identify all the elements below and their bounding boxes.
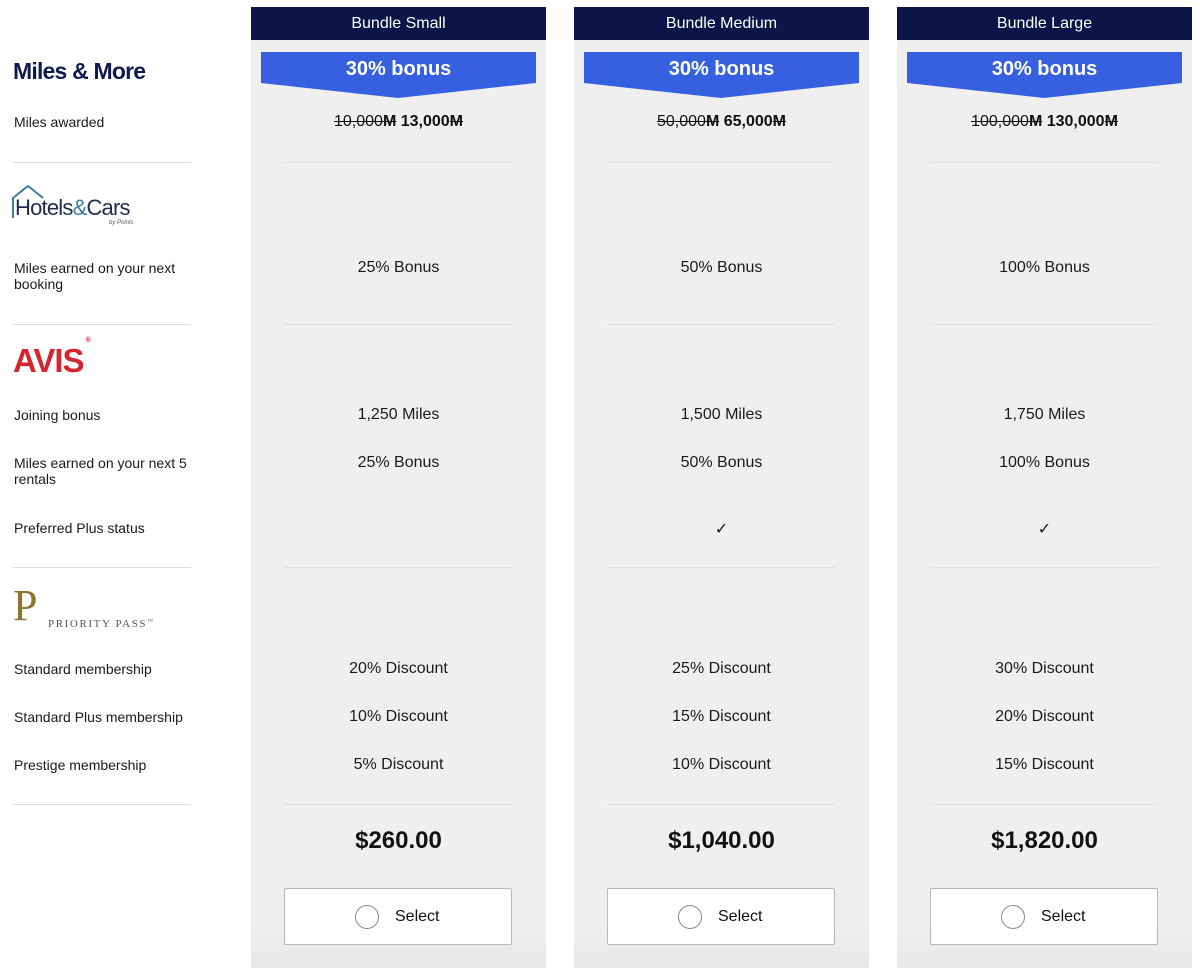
hotels-word: Hotels <box>15 195 73 220</box>
bonus-ribbon: 30% bonus <box>261 52 536 98</box>
cars-word: Cars <box>86 195 130 220</box>
divider <box>284 162 512 163</box>
pp-standard-value: 30% Discount <box>995 660 1094 677</box>
label-pp-standard-plus: Standard Plus membership <box>14 709 183 725</box>
divider <box>930 804 1158 805</box>
divider <box>13 567 191 568</box>
miles-awarded: 50,000M 65,000M <box>574 113 869 131</box>
hotels-cars-wordmark: Hotels&Cars <box>15 195 130 221</box>
avis-joining-bonus-value: 1,750 Miles <box>1003 406 1086 423</box>
avis-logo: AVIS® <box>13 337 91 380</box>
hc-next-booking-value: 100% Bonus <box>999 259 1090 276</box>
label-avis-preferred-plus: Preferred Plus status <box>14 520 145 536</box>
avis-next-rentals-value: 50% Bonus <box>680 454 763 471</box>
miles-currency-icon: M <box>1028 113 1043 130</box>
row-labels-column: Miles & More Miles awarded Hotels&Cars b… <box>0 0 250 976</box>
pp-standard-plus-value: 20% Discount <box>995 708 1094 725</box>
priority-pass-logo: P PRIORITY PASS™ <box>13 584 173 631</box>
bundle-title: Bundle Large <box>897 7 1192 40</box>
bundle-title: Bundle Medium <box>574 7 869 40</box>
divider <box>13 324 191 325</box>
pp-standard-plus-value: 15% Discount <box>672 708 771 725</box>
bundle-card-medium: Bundle Medium 30% bonus 50,000M 65,000M … <box>574 7 869 968</box>
priority-pass-name: PRIORITY PASS <box>48 618 148 630</box>
bundle-card-large: Bundle Large 30% bonus 100,000M 130,000M… <box>897 7 1192 968</box>
bonus-badge-text: 30% bonus <box>345 58 452 80</box>
bundle-price: $1,820.00 <box>991 827 1098 854</box>
divider <box>13 162 191 163</box>
pp-prestige-value: 10% Discount <box>672 756 771 773</box>
select-label: Select <box>1041 908 1086 925</box>
priority-pass-monogram: P <box>13 581 38 630</box>
radio-circle-icon[interactable] <box>1001 905 1025 929</box>
miles-new-value: 13,000 <box>400 113 450 130</box>
bundle-price: $260.00 <box>355 827 442 854</box>
divider <box>13 804 191 805</box>
pp-standard-plus-value: 10% Discount <box>349 708 448 725</box>
miles-currency-icon: M <box>449 113 463 130</box>
avis-next-rentals-value: 100% Bonus <box>999 454 1090 471</box>
divider <box>930 324 1158 325</box>
bundle-card-small: Bundle Small 30% bonus 10,000M 13,000M 2… <box>251 7 546 968</box>
divider <box>284 804 512 805</box>
select-button[interactable]: Select <box>284 888 512 945</box>
avis-wordmark: AVIS <box>13 342 85 379</box>
divider <box>607 567 835 568</box>
pp-prestige-value: 5% Discount <box>353 756 444 773</box>
divider <box>607 324 835 325</box>
miles-currency-icon: M <box>382 113 397 130</box>
select-label: Select <box>718 908 763 925</box>
bonus-badge-text: 30% bonus <box>668 58 775 80</box>
avis-joining-bonus-value: 1,250 Miles <box>357 406 440 423</box>
bonus-badge-text: 30% bonus <box>991 58 1098 80</box>
miles-awarded: 10,000M 13,000M <box>251 113 546 131</box>
miles-currency-icon: M <box>705 113 720 130</box>
select-button[interactable]: Select <box>607 888 835 945</box>
bundle-title: Bundle Small <box>251 7 546 40</box>
registered-mark: ® <box>85 337 91 344</box>
label-avis-next-rentals: Miles earned on your next 5 rentals <box>14 455 187 487</box>
miles-awarded: 100,000M 130,000M <box>897 113 1192 131</box>
miles-new-value: 130,000 <box>1046 113 1105 130</box>
radio-circle-icon[interactable] <box>678 905 702 929</box>
divider <box>284 567 512 568</box>
select-button[interactable]: Select <box>930 888 1158 945</box>
pp-standard-value: 25% Discount <box>672 660 771 677</box>
label-avis-joining-bonus: Joining bonus <box>14 407 101 423</box>
divider <box>607 162 835 163</box>
trademark: ™ <box>147 619 154 625</box>
miles-old-value: 50,000 <box>657 113 706 130</box>
miles-new-value: 65,000 <box>723 113 773 130</box>
miles-and-more-logo: Miles & More <box>13 58 146 84</box>
bonus-ribbon: 30% bonus <box>907 52 1182 98</box>
bonus-ribbon: 30% bonus <box>584 52 859 98</box>
ampersand: & <box>72 195 88 220</box>
radio-circle-icon[interactable] <box>355 905 379 929</box>
miles-old-value: 10,000 <box>334 113 383 130</box>
miles-currency-icon: M <box>1104 113 1118 130</box>
bundle-price: $1,040.00 <box>668 827 775 854</box>
pp-standard-value: 20% Discount <box>349 660 448 677</box>
label-hc-next-booking: Miles earned on your next booking <box>14 260 176 292</box>
priority-pass-wordmark: PRIORITY PASS™ <box>48 618 153 630</box>
divider <box>607 804 835 805</box>
preferred-plus-check-icon: ✓ <box>714 521 729 538</box>
avis-next-rentals-value: 25% Bonus <box>357 454 440 471</box>
preferred-plus-check-icon: ✓ <box>1037 521 1052 538</box>
miles-currency-icon: M <box>772 113 786 130</box>
divider <box>284 324 512 325</box>
hc-next-booking-value: 50% Bonus <box>680 259 763 276</box>
label-pp-prestige: Prestige membership <box>14 757 147 773</box>
hotels-cars-byline: by Points <box>109 220 134 226</box>
hotels-cars-logo: Hotels&Cars by Points <box>12 185 152 230</box>
divider <box>930 567 1158 568</box>
label-pp-standard: Standard membership <box>14 661 152 677</box>
miles-old-value: 100,000 <box>971 113 1029 130</box>
divider <box>930 162 1158 163</box>
hc-next-booking-value: 25% Bonus <box>357 259 440 276</box>
avis-joining-bonus-value: 1,500 Miles <box>680 406 763 423</box>
pp-prestige-value: 15% Discount <box>995 756 1094 773</box>
select-label: Select <box>395 908 440 925</box>
label-miles-awarded: Miles awarded <box>14 114 105 130</box>
